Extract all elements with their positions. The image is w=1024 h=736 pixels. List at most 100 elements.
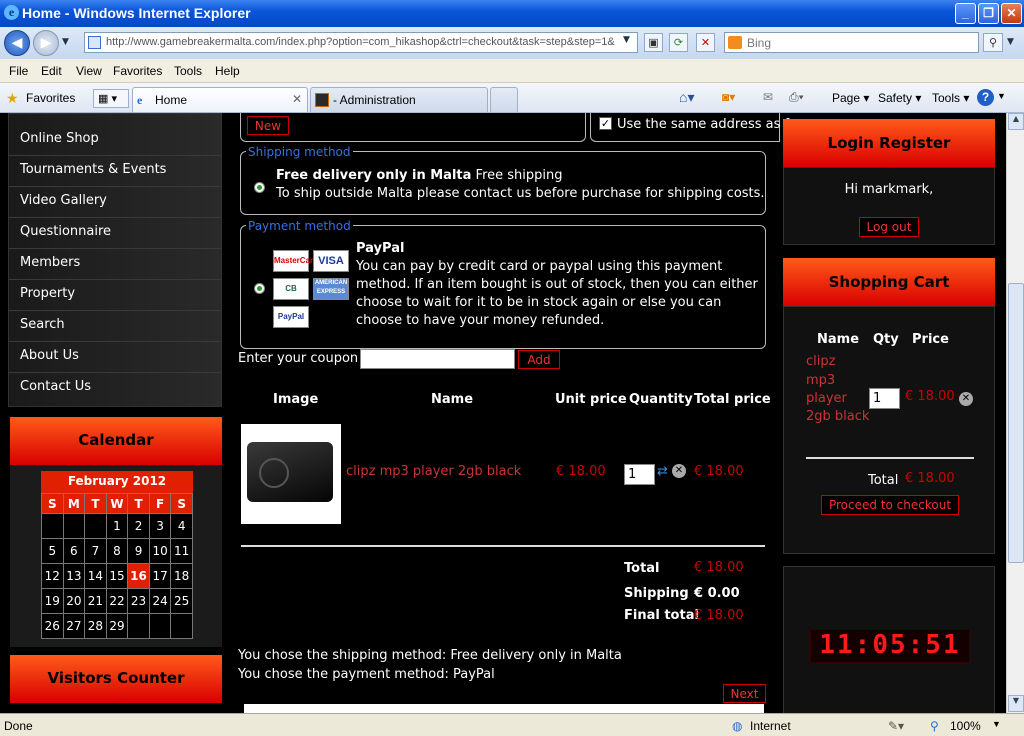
help-dropdown-icon[interactable]: ▼ [997, 91, 1006, 101]
menu-help[interactable]: Help [215, 64, 240, 78]
compatibility-view-icon[interactable]: ▣ [644, 33, 663, 52]
search-input[interactable]: Bing [724, 32, 979, 53]
calendar-day[interactable]: 3 [148, 513, 172, 539]
home-icon[interactable]: ⌂▾ [679, 89, 694, 106]
proceed-to-checkout-button[interactable]: Proceed to checkout [821, 495, 959, 515]
calendar-day[interactable]: 2 [127, 513, 150, 539]
vertical-scrollbar[interactable]: ▲ ▼ [1006, 113, 1024, 713]
calendar-day[interactable]: 5 [41, 538, 64, 564]
calendar-day[interactable]: 6 [62, 538, 86, 564]
calendar-day[interactable]: 24 [148, 588, 172, 614]
login-register-heading[interactable]: Login Register [783, 119, 995, 167]
calendar-day[interactable]: 14 [84, 563, 107, 589]
help-icon[interactable]: ? [977, 89, 994, 106]
next-button[interactable]: Next [723, 684, 766, 703]
feeds-icon[interactable]: ◙▾ [722, 90, 735, 104]
calendar-day[interactable]: 29 [105, 613, 129, 639]
close-button[interactable]: ✕ [1001, 3, 1022, 24]
product-name-link[interactable]: clipz mp3 player 2gb black [346, 464, 521, 479]
cart-remove-icon[interactable]: ✕ [959, 392, 973, 406]
remove-item-icon[interactable]: ✕ [672, 464, 686, 478]
calendar-day[interactable]: 19 [41, 588, 64, 614]
safety-menu[interactable]: Safety ▾ [878, 91, 921, 105]
address-dropdown-icon[interactable]: ▼ [623, 35, 635, 50]
print-icon[interactable]: ⎙▾ [789, 90, 804, 105]
menu-file[interactable]: File [9, 64, 28, 78]
menu-favorites[interactable]: Favorites [113, 64, 162, 78]
back-button[interactable]: ◀ [4, 30, 30, 56]
menu-view[interactable]: View [76, 64, 102, 78]
calendar-day[interactable]: 1 [105, 513, 129, 539]
calendar-day[interactable]: 26 [41, 613, 64, 639]
calendar-day[interactable]: 15 [105, 563, 129, 589]
minimize-button[interactable]: _ [955, 3, 976, 24]
cart-item-link[interactable]: player [806, 391, 847, 406]
read-mail-icon[interactable]: ✉ [763, 90, 773, 104]
tools-menu[interactable]: Tools ▾ [932, 91, 969, 105]
calendar-day[interactable]: 12 [41, 563, 64, 589]
quantity-input[interactable]: 1 [624, 464, 655, 485]
calendar-day[interactable]: 18 [170, 563, 193, 589]
sidebar-item-tournaments[interactable]: Tournaments & Events [9, 156, 221, 187]
search-options-icon[interactable]: ▼ [1007, 37, 1014, 47]
maximize-button[interactable]: ❐ [978, 3, 999, 24]
calendar-day[interactable]: 25 [170, 588, 193, 614]
scroll-thumb[interactable] [1008, 283, 1024, 563]
forward-button[interactable]: ▶ [33, 30, 59, 56]
tab-administration[interactable]: - Administration [310, 87, 488, 112]
calendar-day[interactable]: 27 [62, 613, 86, 639]
favorites-button[interactable]: Favorites [26, 91, 75, 105]
new-tab-button[interactable] [490, 87, 518, 112]
shipping-radio[interactable] [254, 182, 265, 193]
same-address-checkbox[interactable]: ✓ [599, 117, 612, 130]
calendar-today[interactable]: 16 [127, 563, 150, 589]
sidebar-item-contact-us[interactable]: Contact Us [9, 373, 221, 404]
refresh-icon[interactable]: ⟳ [669, 33, 688, 52]
calendar-day[interactable]: 8 [105, 538, 129, 564]
calendar-day[interactable]: 7 [84, 538, 107, 564]
protected-mode-icon[interactable]: ✎▾ [888, 719, 904, 733]
sidebar-item-online-shop[interactable]: Online Shop [9, 125, 221, 156]
calendar-day[interactable]: 13 [62, 563, 86, 589]
calendar-day[interactable]: 20 [62, 588, 86, 614]
calendar-day[interactable]: 23 [127, 588, 150, 614]
new-address-button[interactable]: New [247, 116, 289, 135]
product-image[interactable] [241, 424, 341, 524]
calendar-day[interactable]: 28 [84, 613, 107, 639]
tab-close-icon[interactable]: ✕ [292, 92, 302, 106]
search-icon[interactable]: ⚲ [983, 33, 1003, 52]
cart-item-link[interactable]: clipz [806, 354, 835, 369]
cart-item-link[interactable]: 2gb black [806, 409, 869, 424]
calendar-day[interactable]: 9 [127, 538, 150, 564]
calendar-day[interactable]: 4 [170, 513, 193, 539]
cart-item-link[interactable]: mp3 [806, 373, 835, 388]
quick-tabs-icon[interactable]: ▦ ▾ [93, 89, 129, 108]
history-dropdown-icon[interactable]: ▼ [62, 37, 69, 47]
calendar-day[interactable]: 10 [148, 538, 172, 564]
sidebar-item-search[interactable]: Search [9, 311, 221, 342]
zoom-dropdown-icon[interactable]: ▼ [992, 719, 1001, 729]
scroll-up-icon[interactable]: ▲ [1008, 113, 1024, 130]
refresh-quantity-icon[interactable]: ⇄ [657, 464, 668, 479]
sidebar-item-questionnaire[interactable]: Questionnaire [9, 218, 221, 249]
coupon-input[interactable] [360, 349, 515, 369]
menu-edit[interactable]: Edit [41, 64, 62, 78]
address-input[interactable]: http://www.gamebreakermalta.com/index.ph… [84, 32, 638, 53]
calendar-day[interactable]: 11 [170, 538, 193, 564]
sidebar-item-property[interactable]: Property [9, 280, 221, 311]
sidebar-item-about-us[interactable]: About Us [9, 342, 221, 373]
tab-home[interactable]: e Home ✕ [132, 87, 308, 112]
coupon-add-button[interactable]: Add [518, 350, 560, 369]
calendar-day[interactable]: 21 [84, 588, 107, 614]
calendar-day[interactable]: 17 [148, 563, 172, 589]
zoom-icon[interactable]: ⚲ [930, 719, 939, 733]
scroll-down-icon[interactable]: ▼ [1008, 695, 1024, 712]
sidebar-item-video-gallery[interactable]: Video Gallery [9, 187, 221, 218]
calendar-day[interactable]: 22 [105, 588, 129, 614]
logout-button[interactable]: Log out [859, 217, 919, 237]
zoom-level[interactable]: 100% [950, 719, 981, 733]
menu-tools[interactable]: Tools [174, 64, 202, 78]
page-menu[interactable]: Page ▾ [832, 91, 869, 105]
cart-qty-input[interactable]: 1 [869, 388, 900, 409]
sidebar-item-members[interactable]: Members [9, 249, 221, 280]
